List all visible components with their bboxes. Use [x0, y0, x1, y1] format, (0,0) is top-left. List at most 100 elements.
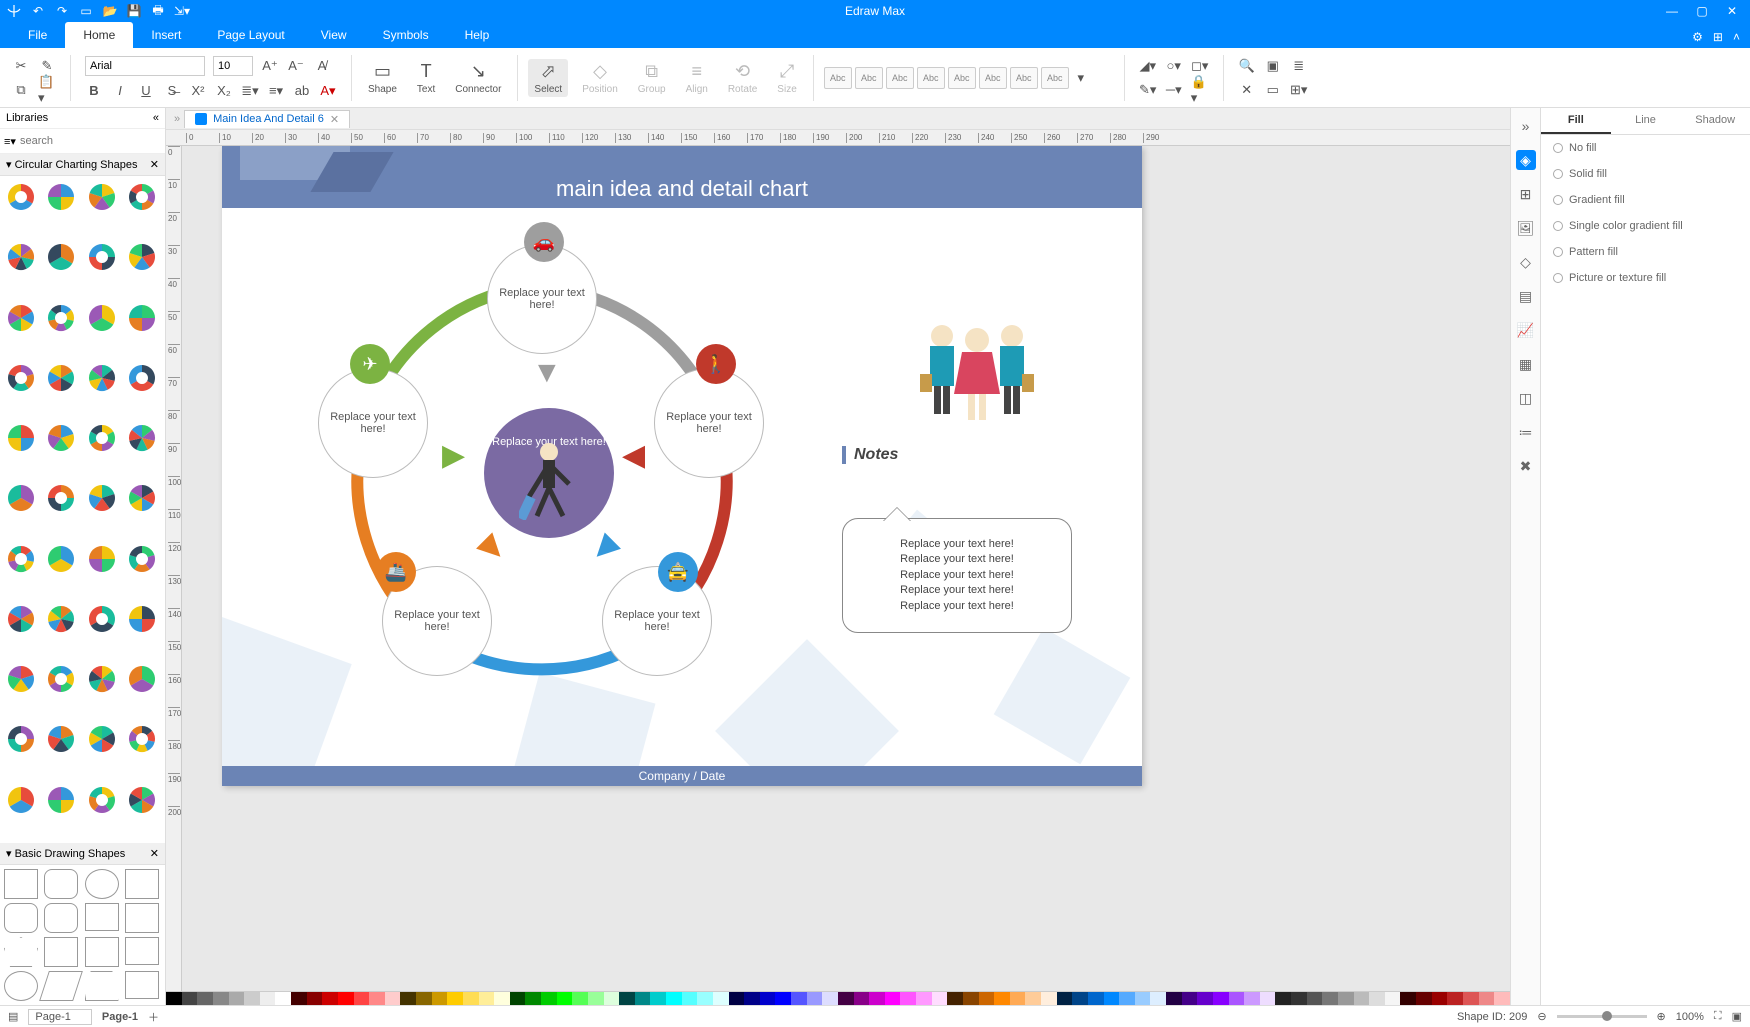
color-swatch[interactable]	[916, 992, 932, 1005]
shape-swatch[interactable]	[44, 783, 78, 817]
shape-swatch[interactable]	[44, 542, 78, 576]
new-icon[interactable]: ▭	[78, 3, 94, 19]
color-swatch[interactable]	[994, 992, 1010, 1005]
color-swatch[interactable]	[322, 992, 338, 1005]
shape-swatch[interactable]	[44, 240, 78, 274]
text-button[interactable]: TText	[411, 59, 441, 97]
basic-shape[interactable]	[85, 869, 119, 899]
shape-swatch[interactable]	[125, 240, 159, 274]
shape-swatch[interactable]	[125, 542, 159, 576]
color-swatch[interactable]	[869, 992, 885, 1005]
add-page-icon[interactable]: ＋	[148, 1009, 159, 1025]
settings-icon[interactable]: ⚙	[1692, 30, 1703, 44]
section-circular[interactable]: ▾ Circular Charting Shapes✕	[0, 154, 165, 176]
color-swatch[interactable]	[479, 992, 495, 1005]
color-swatch[interactable]	[572, 992, 588, 1005]
list-tool-icon[interactable]: ≔	[1516, 422, 1536, 442]
color-swatch[interactable]	[713, 992, 729, 1005]
close-section-icon[interactable]: ✕	[150, 158, 159, 171]
color-swatch[interactable]	[1260, 992, 1276, 1005]
basic-shape[interactable]	[39, 971, 83, 1001]
subscript-icon[interactable]: X₂	[215, 82, 233, 100]
color-swatch[interactable]	[1354, 992, 1370, 1005]
shape-swatch[interactable]	[44, 602, 78, 636]
color-swatch[interactable]	[854, 992, 870, 1005]
save-icon[interactable]: 💾	[126, 3, 142, 19]
center-bubble[interactable]: Replace your text here!	[484, 408, 614, 538]
options-icon[interactable]: ✕	[1238, 81, 1256, 99]
text-case-icon[interactable]: ab	[293, 82, 311, 100]
color-swatch[interactable]	[291, 992, 307, 1005]
shape-swatch[interactable]	[44, 180, 78, 214]
fullscreen-icon[interactable]: ⛶	[1714, 1010, 1722, 1023]
style-preset[interactable]: Abc	[948, 67, 976, 89]
menu-symbols[interactable]: Symbols	[365, 22, 447, 48]
close-tab-icon[interactable]: ✕	[330, 113, 339, 126]
group-button[interactable]: ⧉Group	[632, 59, 672, 97]
shape-swatch[interactable]	[44, 662, 78, 696]
lock-icon[interactable]: 🔒▾	[1191, 81, 1209, 99]
color-swatch[interactable]	[1135, 992, 1151, 1005]
style-preset[interactable]: Abc	[824, 67, 852, 89]
font-family-select[interactable]	[85, 56, 205, 76]
color-swatch[interactable]	[838, 992, 854, 1005]
page-select[interactable]: Page-1	[28, 1009, 91, 1025]
cut-icon[interactable]: ✂	[12, 57, 30, 75]
color-swatch[interactable]	[791, 992, 807, 1005]
collapse-libraries-icon[interactable]: «	[153, 112, 159, 124]
shape-swatch[interactable]	[125, 421, 159, 455]
shape-swatch[interactable]	[44, 301, 78, 335]
shape-swatch[interactable]	[125, 180, 159, 214]
color-swatch[interactable]	[1400, 992, 1416, 1005]
layer-tool-icon[interactable]: ◇	[1516, 252, 1536, 272]
color-swatch[interactable]	[760, 992, 776, 1005]
basic-shape[interactable]	[85, 937, 119, 967]
style-preset[interactable]: Abc	[886, 67, 914, 89]
collapse-ribbon-icon[interactable]: ˄	[1733, 30, 1740, 44]
line-spacing-icon[interactable]: ≡▾	[267, 82, 285, 100]
color-swatch[interactable]	[900, 992, 916, 1005]
color-swatch[interactable]	[385, 992, 401, 1005]
format-painter-icon[interactable]: ✎	[38, 57, 56, 75]
shape-swatch[interactable]	[85, 361, 119, 395]
app-logo-icon[interactable]	[6, 3, 22, 19]
table-tool-icon[interactable]: ▦	[1516, 354, 1536, 374]
color-swatch[interactable]	[1479, 992, 1495, 1005]
color-swatch[interactable]	[1494, 992, 1510, 1005]
color-swatch[interactable]	[1010, 992, 1026, 1005]
bubble-bottom-right[interactable]: Replace your text here!	[602, 566, 712, 676]
color-swatch[interactable]	[182, 992, 198, 1005]
color-swatch[interactable]	[775, 992, 791, 1005]
paste-icon[interactable]: 📋▾	[38, 81, 56, 99]
color-swatch[interactable]	[666, 992, 682, 1005]
color-swatch[interactable]	[947, 992, 963, 1005]
color-swatch[interactable]	[1275, 992, 1291, 1005]
color-swatch[interactable]	[729, 992, 745, 1005]
shape-swatch[interactable]	[44, 481, 78, 515]
color-swatch[interactable]	[1416, 992, 1432, 1005]
maximize-icon[interactable]: ▢	[1694, 3, 1710, 19]
color-swatch[interactable]	[338, 992, 354, 1005]
shape-swatch[interactable]	[85, 180, 119, 214]
color-swatch[interactable]	[244, 992, 260, 1005]
apps-icon[interactable]: ⊞	[1713, 30, 1723, 44]
shape-outline-icon[interactable]: ○▾	[1165, 57, 1183, 75]
basic-shape[interactable]	[4, 971, 38, 1001]
shape-button[interactable]: ▭Shape	[362, 59, 403, 97]
shape-swatch[interactable]	[4, 301, 38, 335]
redo-icon[interactable]: ↷	[54, 3, 70, 19]
fill-color-icon[interactable]: ◢▾	[1139, 57, 1157, 75]
shape-swatch[interactable]	[125, 481, 159, 515]
color-swatch[interactable]	[1025, 992, 1041, 1005]
fit-icon[interactable]: ▣	[1732, 1010, 1742, 1023]
fit-page-icon[interactable]: ▭	[1264, 81, 1282, 99]
color-swatch[interactable]	[510, 992, 526, 1005]
color-swatch[interactable]	[1072, 992, 1088, 1005]
color-swatch[interactable]	[822, 992, 838, 1005]
color-swatch[interactable]	[1150, 992, 1166, 1005]
size-button[interactable]: ⤢Size	[771, 59, 802, 97]
menu-home[interactable]: Home	[65, 22, 133, 48]
line-color-icon[interactable]: ✎▾	[1139, 81, 1157, 99]
color-swatch[interactable]	[1307, 992, 1323, 1005]
color-swatch[interactable]	[1166, 992, 1182, 1005]
